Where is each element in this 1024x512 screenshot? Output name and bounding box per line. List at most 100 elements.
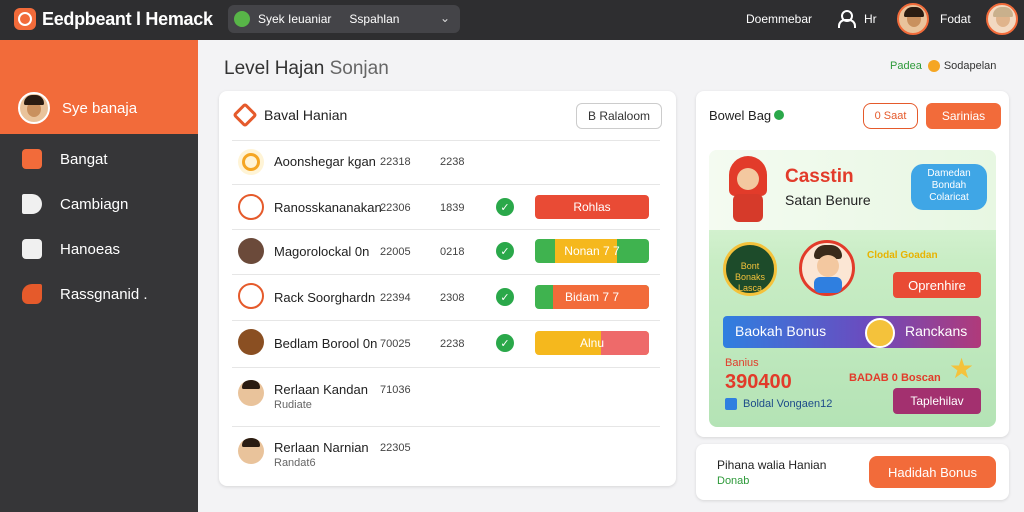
row-score: 70025 bbox=[380, 338, 411, 350]
avatar-secondary[interactable] bbox=[986, 3, 1018, 35]
promo-emblem: Bont Bonaks Lasca bbox=[723, 242, 777, 296]
row-avatar bbox=[238, 194, 264, 220]
row-value: 0218 bbox=[440, 246, 465, 258]
row-score: 22005 bbox=[380, 246, 411, 258]
row-name[interactable]: Rack Soorghardn bbox=[274, 290, 375, 305]
user-short-label: Hr bbox=[864, 12, 877, 26]
promo-secondary-button[interactable]: Taplehilav bbox=[893, 388, 981, 414]
promo-banner: Casstin Satan Benure Damedan Bondah Cola… bbox=[709, 150, 996, 427]
page-title-secondary: Sonjan bbox=[329, 58, 389, 79]
avatar[interactable] bbox=[897, 3, 929, 35]
online-dot-icon bbox=[774, 110, 784, 120]
row-subtitle: Rudiate bbox=[274, 399, 312, 411]
leaderboard-title: Baval Hanian bbox=[264, 107, 348, 123]
promo-subtitle: Satan Benure bbox=[785, 192, 871, 208]
row-score: 22318 bbox=[380, 156, 411, 168]
row-avatar bbox=[238, 283, 264, 309]
sidebar-item-label: Hanoeas bbox=[60, 240, 121, 258]
row-name[interactable]: Rerlaan Narnian bbox=[274, 440, 369, 455]
bonus-bar-label: Baokah Bonus bbox=[735, 323, 827, 339]
sidebar-item-hanoeas[interactable]: Hanoeas bbox=[0, 229, 198, 269]
row-value: 2238 bbox=[440, 338, 465, 350]
book-icon bbox=[22, 239, 42, 259]
leaderboard-action-button[interactable]: B Ralaloom bbox=[576, 103, 662, 129]
user-status-icon bbox=[234, 11, 250, 27]
sidebar-item-label: Rassgnanid . bbox=[60, 285, 148, 303]
status-green-label: Padea bbox=[890, 60, 922, 72]
row-name[interactable]: Magorolockal 0n bbox=[274, 244, 369, 259]
sidebar-item-label: Bangat bbox=[60, 150, 108, 168]
top-search-dropdown[interactable]: Syek Ieuaniar Sspahlan ⌄ bbox=[228, 5, 460, 33]
divider bbox=[232, 229, 660, 230]
sidebar-user-name: Sye banaja bbox=[62, 100, 138, 117]
status-badge[interactable]: Bidam 7 7 bbox=[535, 285, 649, 309]
promo-mid-text: Clodal Goadan bbox=[867, 250, 938, 261]
search-secondary-text: Sspahlan bbox=[349, 12, 400, 26]
sidebar-item-bangat[interactable]: Bangat bbox=[0, 139, 198, 179]
row-name[interactable]: Rerlaan Kandan bbox=[274, 382, 368, 397]
chevron-down-icon: ⌄ bbox=[439, 11, 450, 25]
character-illustration bbox=[799, 240, 855, 296]
row-avatar bbox=[238, 149, 264, 175]
character-illustration bbox=[723, 156, 773, 224]
user-icon[interactable] bbox=[838, 10, 856, 28]
coin-icon bbox=[865, 318, 895, 348]
divider bbox=[232, 367, 660, 368]
check-icon: ✓ bbox=[496, 288, 514, 306]
hand-icon bbox=[22, 284, 42, 304]
amount-label: Banius bbox=[725, 357, 759, 369]
row-value: 2238 bbox=[440, 156, 465, 168]
account-label[interactable]: Fodat bbox=[940, 12, 971, 26]
search-primary-text: Syek Ieuaniar bbox=[258, 12, 332, 26]
amount-secondary: BADAB 0 Boscan bbox=[849, 372, 941, 384]
divider bbox=[232, 184, 660, 185]
status-indicator: Padea Sodapelan bbox=[890, 60, 996, 72]
row-avatar bbox=[238, 380, 264, 406]
page-title-main: Level Hajan bbox=[224, 58, 325, 79]
check-icon: ✓ bbox=[496, 242, 514, 260]
divider bbox=[232, 426, 660, 427]
sidebar-item-cambiagn[interactable]: Cambiagn bbox=[0, 184, 198, 224]
row-value: 1839 bbox=[440, 202, 465, 214]
row-name[interactable]: Aoonshegar kgan bbox=[274, 154, 376, 169]
sidebar-avatar bbox=[18, 92, 50, 124]
row-score: 22394 bbox=[380, 292, 411, 304]
status-badge[interactable]: Alnu bbox=[535, 331, 649, 355]
page-title: Level Hajan Sonjan bbox=[224, 58, 389, 80]
status-other-label: Sodapelan bbox=[943, 60, 997, 72]
timer-button[interactable]: 0 Saat bbox=[863, 103, 918, 129]
top-nav-link[interactable]: Doemmebar bbox=[746, 12, 812, 26]
bonus-card-title: Pihana walia Hanian bbox=[717, 458, 827, 472]
divider bbox=[232, 320, 660, 321]
row-name[interactable]: Bedlam Borool 0n bbox=[274, 336, 377, 351]
status-badge[interactable]: Rohlas bbox=[535, 195, 649, 219]
check-icon: ✓ bbox=[496, 334, 514, 352]
row-name[interactable]: Ranosskananakan bbox=[274, 200, 382, 215]
row-value: 2308 bbox=[440, 292, 465, 304]
reward-title: Bowel Bag bbox=[709, 108, 772, 123]
promo-open-button[interactable]: Oprenhire bbox=[893, 272, 981, 298]
bonus-card-subtitle: Donab bbox=[717, 475, 750, 487]
reward-action-button[interactable]: Sarinias bbox=[926, 103, 1001, 129]
check-icon: ✓ bbox=[496, 198, 514, 216]
app-title: Eedpbeant l Hemack bbox=[42, 9, 213, 29]
bonus-bar-right-label: Ranckans bbox=[905, 323, 968, 339]
sidebar-item-rassgnanid[interactable]: Rassgnanid . bbox=[0, 274, 198, 314]
megaphone-icon bbox=[22, 194, 42, 214]
divider bbox=[232, 274, 660, 275]
camera-icon bbox=[22, 149, 42, 169]
row-avatar bbox=[238, 329, 264, 355]
amount-value: 390400 bbox=[725, 371, 792, 393]
coin-icon bbox=[927, 60, 940, 72]
app-logo-icon bbox=[14, 8, 36, 30]
row-score: 71036 bbox=[380, 384, 411, 396]
facebook-icon bbox=[725, 398, 737, 410]
row-subtitle: Randat6 bbox=[274, 457, 316, 469]
status-badge[interactable]: Nonan 7 7 bbox=[535, 239, 649, 263]
sidebar-item-label: Cambiagn bbox=[60, 195, 129, 213]
row-avatar bbox=[238, 438, 264, 464]
promo-title: Casstin bbox=[785, 166, 854, 187]
promo-bubble: Damedan Bondah Colaricat bbox=[911, 164, 987, 210]
bonus-button[interactable]: Hadidah Bonus bbox=[869, 456, 996, 488]
star-icon: ★ bbox=[949, 353, 975, 384]
